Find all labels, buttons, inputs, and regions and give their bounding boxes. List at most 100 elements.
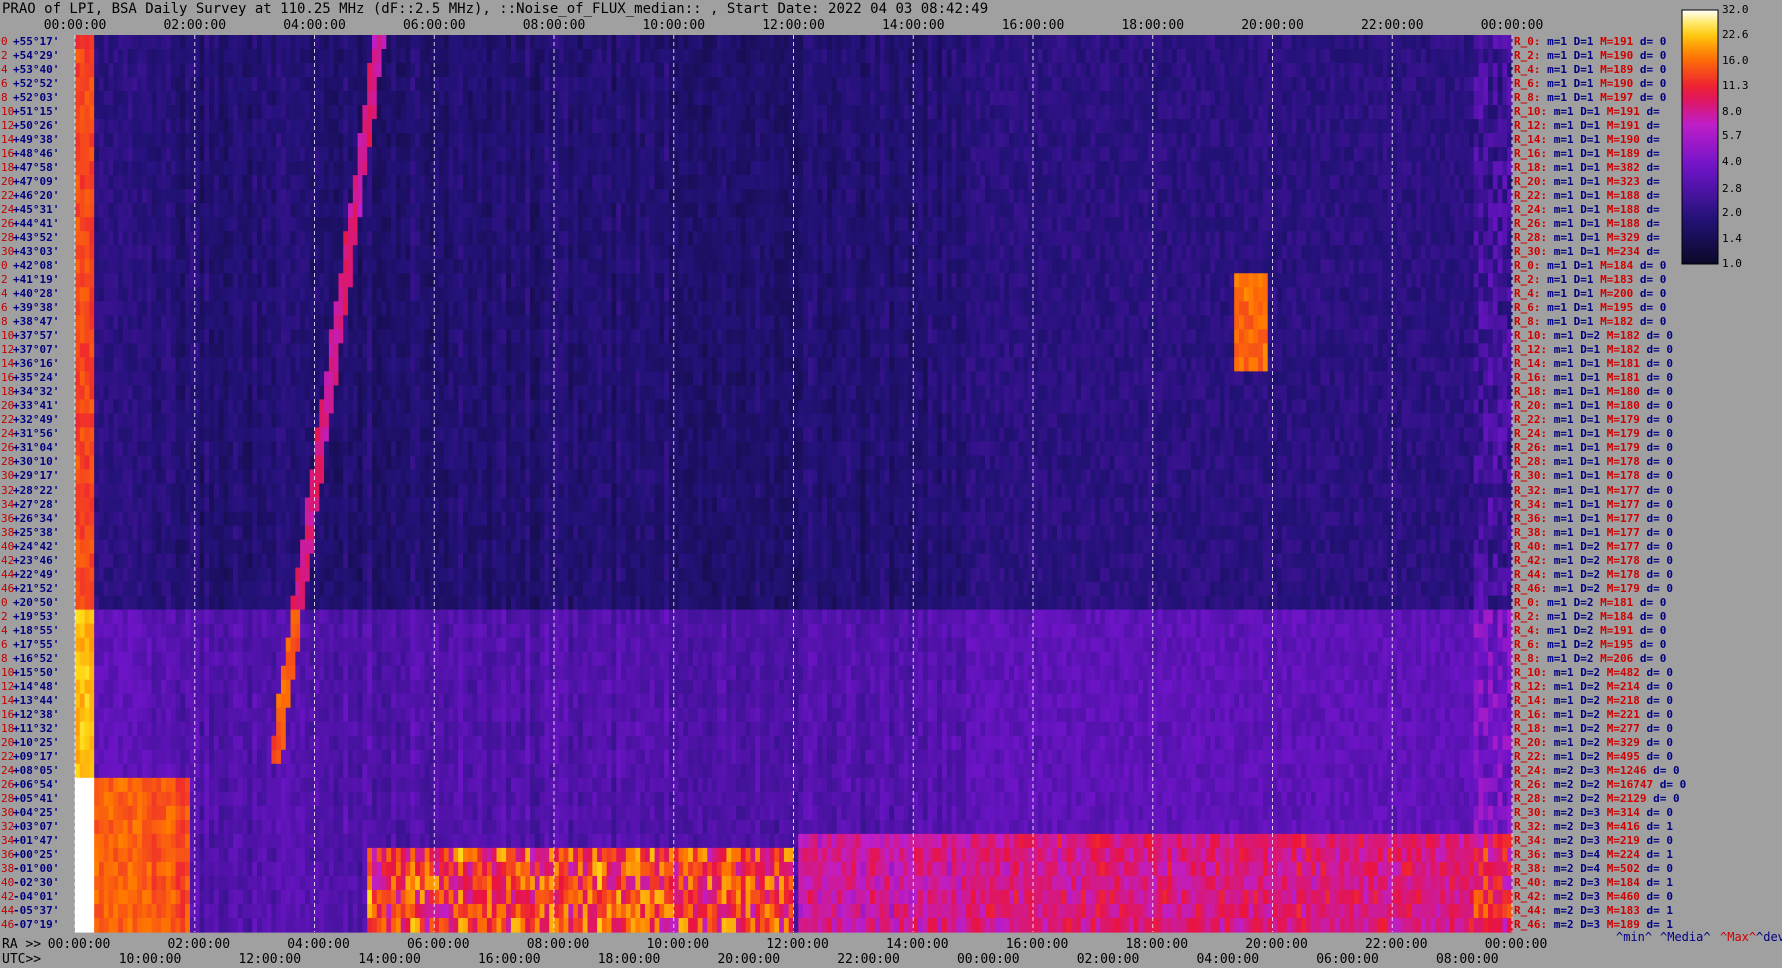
heatmap-cell [1416, 77, 1421, 92]
heatmap-cell [621, 91, 626, 106]
heatmap-cell [1340, 175, 1345, 190]
heatmap-cell [444, 147, 449, 162]
heatmap-cell [554, 63, 559, 78]
heatmap-cell [568, 63, 573, 78]
heatmap-cell [520, 189, 525, 204]
heatmap-cell [132, 91, 137, 106]
heatmap-cell [128, 35, 133, 50]
heatmap-cell [1014, 175, 1019, 190]
heatmap-cell [252, 105, 257, 120]
heatmap-cell [238, 77, 243, 92]
heatmap-cell [1483, 231, 1488, 246]
heatmap-cell [1253, 189, 1258, 204]
heatmap-cell [295, 91, 300, 106]
heatmap-cell [1220, 119, 1225, 134]
heatmap-cell [1440, 91, 1445, 106]
heatmap-cell [1320, 231, 1325, 246]
heatmap-cell [995, 49, 1000, 64]
heatmap-cell [1359, 147, 1364, 162]
heatmap-cell [1402, 231, 1407, 246]
heatmap-cell [1191, 203, 1196, 218]
heatmap-cell [214, 91, 219, 106]
heatmap-cell [458, 189, 463, 204]
heatmap-cell [516, 63, 521, 78]
heatmap-cell [899, 161, 904, 176]
heatmap-cell [104, 63, 109, 78]
heatmap-cell [1249, 35, 1254, 50]
heatmap-cell [899, 105, 904, 120]
heatmap-cell [554, 175, 559, 190]
heatmap-cell [343, 175, 348, 190]
heatmap-cell [315, 147, 320, 162]
heatmap-cell [338, 77, 343, 92]
heatmap-cell [808, 49, 813, 64]
heatmap-cell [631, 119, 636, 134]
heatmap-cell [1004, 175, 1009, 190]
heatmap-cell [281, 203, 286, 218]
heatmap-cell [195, 49, 200, 64]
heatmap-cell [113, 105, 118, 120]
heatmap-cell [626, 35, 631, 50]
heatmap-cell [367, 203, 372, 218]
heatmap-cell [1282, 217, 1287, 232]
heatmap-cell [1263, 133, 1268, 148]
heatmap-cell [1502, 91, 1507, 106]
heatmap-cell [487, 133, 492, 148]
heatmap-cell [755, 231, 760, 246]
heatmap-cell [798, 35, 803, 50]
heatmap-cell [885, 147, 890, 162]
heatmap-cell [386, 217, 391, 232]
heatmap-cell [832, 35, 837, 50]
heatmap-cell [219, 161, 224, 176]
heatmap-cell [985, 217, 990, 232]
heatmap-cell [832, 189, 837, 204]
heatmap-cell [372, 245, 377, 260]
heatmap-cell [1138, 63, 1143, 78]
heatmap-cell [813, 231, 818, 246]
heatmap-cell [1071, 189, 1076, 204]
heatmap-cell [1488, 49, 1493, 64]
heatmap-cell [377, 105, 382, 120]
heatmap-cell [856, 119, 861, 134]
heatmap-cell [1201, 175, 1206, 190]
heatmap-cell [468, 133, 473, 148]
heatmap-cell [971, 35, 976, 50]
heatmap-cell [295, 63, 300, 78]
heatmap-cell [640, 147, 645, 162]
heatmap-cell [1143, 161, 1148, 176]
heatmap-cell [142, 161, 147, 176]
heatmap-cell [386, 203, 391, 218]
heatmap-cell [928, 203, 933, 218]
heatmap-cell [463, 175, 468, 190]
heatmap-cell [324, 203, 329, 218]
heatmap-cell [1277, 35, 1282, 50]
heatmap-cell [798, 175, 803, 190]
heatmap-cell [607, 133, 612, 148]
heatmap-cell [247, 217, 252, 232]
heatmap-cell [473, 35, 478, 50]
heatmap-cell [1411, 161, 1416, 176]
heatmap-cell [813, 35, 818, 50]
heatmap-cell [80, 245, 85, 260]
heatmap-cell [999, 203, 1004, 218]
heatmap-cell [650, 63, 655, 78]
heatmap-cell [348, 231, 353, 246]
heatmap-cell [243, 203, 248, 218]
heatmap-cell [252, 133, 257, 148]
heatmap-cell [1191, 133, 1196, 148]
heatmap-cell [635, 49, 640, 64]
heatmap-cell [544, 175, 549, 190]
heatmap-cell [156, 77, 161, 92]
heatmap-cell [142, 217, 147, 232]
heatmap-cell [511, 91, 516, 106]
heatmap-cell [827, 147, 832, 162]
heatmap-cell [1244, 189, 1249, 204]
heatmap-cell [85, 119, 90, 134]
heatmap-cell [856, 217, 861, 232]
heatmap-cell [319, 175, 324, 190]
heatmap-cell [1004, 105, 1009, 120]
heatmap-cell [262, 91, 267, 106]
heatmap-cell [774, 35, 779, 50]
heatmap-cell [367, 147, 372, 162]
heatmap-cell [999, 147, 1004, 162]
